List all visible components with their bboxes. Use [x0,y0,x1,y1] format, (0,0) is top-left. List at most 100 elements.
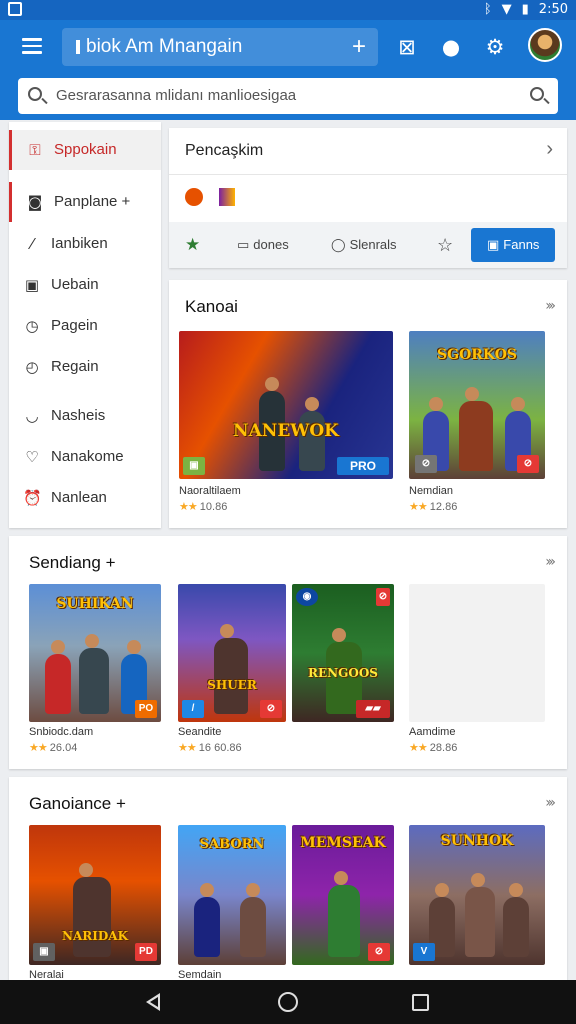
tab-fanns[interactable]: ▣ Fanns [471,228,556,262]
back-icon[interactable] [146,993,160,1011]
game-badge-icon: ▣ [33,943,55,961]
see-more-icon[interactable]: ››› [545,298,556,314]
section-ganoiance: Ganoiance + ››› NARIDAK ▣ PD Neralai SAB… [9,777,567,982]
game-name[interactable]: Seandite [178,726,221,738]
game-rating: ★★ 12.86 [409,500,457,513]
flag-icon[interactable] [219,188,235,206]
game-rating: ★★ 28.86 [409,741,457,754]
shield-icon: ◡ [25,407,39,425]
game-logo-icon: ◉ [296,588,318,606]
hero-figure [214,624,248,714]
tab-favorites[interactable]: ★ [185,222,200,268]
tab-starred[interactable]: ☆ [437,222,453,268]
avatar[interactable] [528,28,562,62]
game-art-title: SGORKOS [437,347,517,363]
panel-title: Pencaşkim [185,142,264,159]
sidebar: ⚿ Sppokain ◙ Panplane + ⁄ Ianbiken ▣ Uebain … [9,122,161,528]
chevron-right-icon[interactable]: › [546,138,553,161]
game-card-image[interactable]: SUNHOK V [409,825,545,965]
settings-icon[interactable]: ⚙ [482,34,508,60]
star-outline-icon: ☆ [437,235,454,255]
status-time: 2:50 [538,2,568,17]
game-art-title: MEMSEAK [300,835,386,851]
window-icon: ▭ [237,238,250,253]
game-name[interactable]: Aamdime [409,726,455,738]
sidebar-item-label: Nasheis [51,407,106,424]
rating-value: 10.86 [199,501,228,513]
sidebar-item-uebain[interactable]: ▣ Uebain [9,265,161,305]
rating-stars-icon: ★★ [29,741,48,754]
user-icon[interactable]: ● [438,34,464,60]
game-card-image[interactable]: SABORN [178,825,286,965]
search-icon [28,87,42,101]
section-title: Kanoai [185,297,238,316]
app-title-field[interactable]: biok Am Mnangain + [62,28,378,66]
game-art-title: RENGOOS [308,666,378,680]
fire-icon[interactable] [185,188,203,206]
sidebar-item-label: Pagein [51,317,98,334]
see-more-icon[interactable]: ››› [545,795,556,811]
game-rating: ★★ 10.86 [179,500,227,513]
heart-icon: ♡ [25,448,39,466]
rating-value: 28.86 [429,742,458,754]
hero-figure [503,883,529,957]
search-input[interactable]: Gesrarasanna mlidanı manlioesigaa [18,78,558,114]
timer-icon: ◴ [25,358,39,376]
sidebar-item-ianbiken[interactable]: ⁄ Ianbiken [9,224,161,264]
game-card-placeholder[interactable] [409,584,545,722]
tab-dones[interactable]: ▭ dones [237,222,289,268]
game-card-image[interactable]: SUHIKAN PO [29,584,161,722]
tab-label: Slenrals [349,237,397,252]
grid-icon: ▣ [24,276,40,294]
game-card-image[interactable]: SGORKOS ⊘ ⊘ [409,331,545,479]
sidebar-item-regain[interactable]: ◴ Regain [9,347,161,387]
rating-value: 16 60.86 [198,742,242,754]
sidebar-item-nasheis[interactable]: ◡ Nasheis [9,396,161,436]
hero-figure [299,397,325,471]
game-card-image[interactable]: SHUER / ⊘ [178,584,286,722]
sidebar-item-nanlean[interactable]: ⏰ Nanlean [9,478,161,518]
game-name[interactable]: Snbiodc.dam [29,726,93,738]
add-icon[interactable]: + [352,28,366,66]
recents-icon[interactable] [412,994,429,1011]
game-card-image[interactable]: NARIDAK ▣ PD [29,825,161,965]
search-submit-icon[interactable] [530,87,544,101]
game-art-title: SHUER [207,678,257,692]
rating-value: 12.86 [429,501,458,513]
game-rating: ★★ 16 60.86 [178,741,242,754]
circle-icon: ◯ [331,238,346,253]
close-box-icon[interactable]: ⊠ [394,34,420,60]
home-icon[interactable] [278,992,298,1012]
notification-icon [8,2,22,16]
sidebar-item-nanakome[interactable]: ♡ Nanakome [9,437,161,477]
game-price-badge: ▰▰ [356,700,390,718]
title-marker [76,39,80,54]
lock-icon: ⚿ [29,141,41,159]
menu-icon[interactable] [22,38,42,54]
rating-stars-icon: ★★ [409,741,428,754]
game-card-image[interactable]: RENGOOS ◉ ⊘ ▰▰ [292,584,394,722]
game-badge: V [413,943,435,961]
game-card-image[interactable]: NANEWOK ▣ PRO [179,331,393,479]
section-kanoai: Kanoai ››› NANEWOK ▣ PRO Naoraltilaem ★★… [169,280,567,528]
tab-slenrals[interactable]: ◯ Slenrals [331,222,397,268]
sidebar-item-sppokain[interactable]: ⚿ Sppokain [9,130,161,170]
game-name[interactable]: Naoraltilaem [179,485,241,497]
hero-figure [45,640,71,714]
game-badge: ⊘ [260,700,282,718]
game-badge: ⊘ [376,588,390,606]
gamepad-icon: ◙ [27,193,43,211]
game-card-image[interactable]: MEMSEAK ⊘ [292,825,394,965]
sidebar-item-label: Panplane + [54,193,131,210]
filter-tabs: ★ ▭ dones ◯ Slenrals ☆ ▣ Fanns [169,222,567,268]
game-art-title: NANEWOK [233,421,339,441]
sidebar-item-panplane[interactable]: ◙ Panplane + [9,182,161,222]
divider [169,174,567,175]
game-art-title: SABORN [199,837,265,852]
square-icon: ▣ [487,238,500,253]
game-badge: ⊘ [368,943,390,961]
game-name[interactable]: Nemdian [409,485,453,497]
app-title: biok Am Mnangain [86,36,243,57]
see-more-icon[interactable]: ››› [545,554,556,570]
sidebar-item-pagein[interactable]: ◷ Pagein [9,306,161,346]
